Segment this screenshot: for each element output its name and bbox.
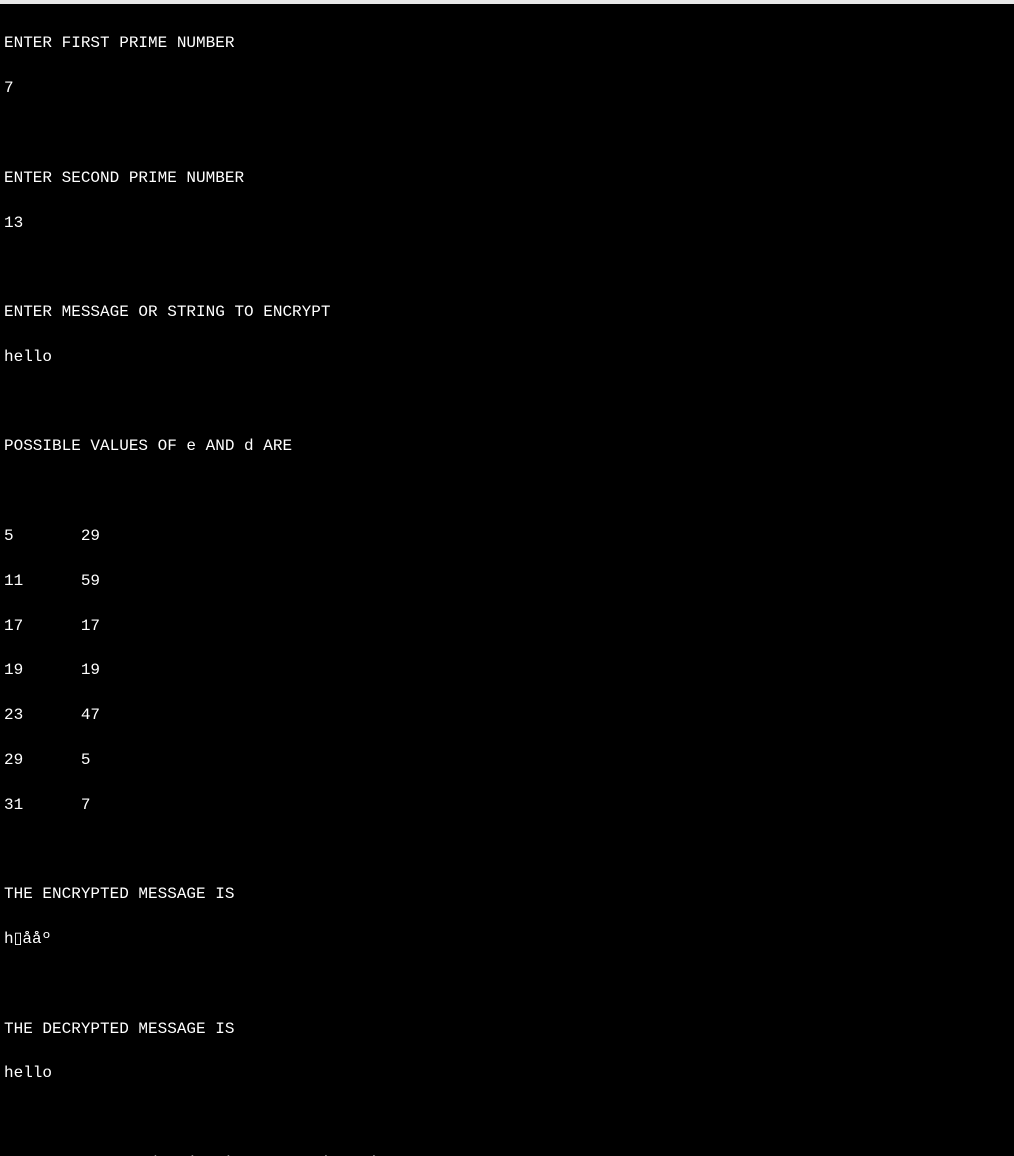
ed-pair-row: 2347	[4, 704, 1014, 726]
value-decrypted: hello	[4, 1062, 1014, 1084]
e-value: 19	[4, 659, 81, 681]
label-encrypted: THE ENCRYPTED MESSAGE IS	[4, 883, 1014, 905]
d-value: 47	[81, 704, 100, 726]
ed-pair-row: 1717	[4, 615, 1014, 637]
e-value: 17	[4, 615, 81, 637]
d-value: 29	[81, 525, 100, 547]
ed-pair-row: 1159	[4, 570, 1014, 592]
terminal-output: ENTER FIRST PRIME NUMBER 7 ENTER SECOND …	[0, 4, 1014, 1156]
blank-line	[4, 1107, 1014, 1129]
prompt-second-prime: ENTER SECOND PRIME NUMBER	[4, 167, 1014, 189]
ed-pair-row: 1919	[4, 659, 1014, 681]
value-first-prime: 7	[4, 77, 1014, 99]
value-encrypted: h▯ååº	[4, 928, 1014, 950]
prompt-message: ENTER MESSAGE OR STRING TO ENCRYPT	[4, 301, 1014, 323]
value-message: hello	[4, 346, 1014, 368]
ed-pair-row: 529	[4, 525, 1014, 547]
d-value: 19	[81, 659, 100, 681]
ed-pair-row: 317	[4, 794, 1014, 816]
blank-line	[4, 973, 1014, 995]
value-second-prime: 13	[4, 212, 1014, 234]
label-decrypted: THE DECRYPTED MESSAGE IS	[4, 1018, 1014, 1040]
d-value: 5	[81, 749, 91, 771]
label-possible-values: POSSIBLE VALUES OF e AND d ARE	[4, 435, 1014, 457]
process-return-line: Process returned 0 (0x0) execution time …	[4, 1152, 1014, 1156]
d-value: 59	[81, 570, 100, 592]
e-value: 29	[4, 749, 81, 771]
prompt-first-prime: ENTER FIRST PRIME NUMBER	[4, 32, 1014, 54]
ed-pair-row: 295	[4, 749, 1014, 771]
e-value: 5	[4, 525, 81, 547]
e-value: 31	[4, 794, 81, 816]
e-value: 23	[4, 704, 81, 726]
e-value: 11	[4, 570, 81, 592]
blank-line	[4, 838, 1014, 860]
blank-line	[4, 391, 1014, 413]
d-value: 7	[81, 794, 91, 816]
d-value: 17	[81, 615, 100, 637]
blank-line	[4, 480, 1014, 502]
blank-line	[4, 122, 1014, 144]
blank-line	[4, 256, 1014, 278]
